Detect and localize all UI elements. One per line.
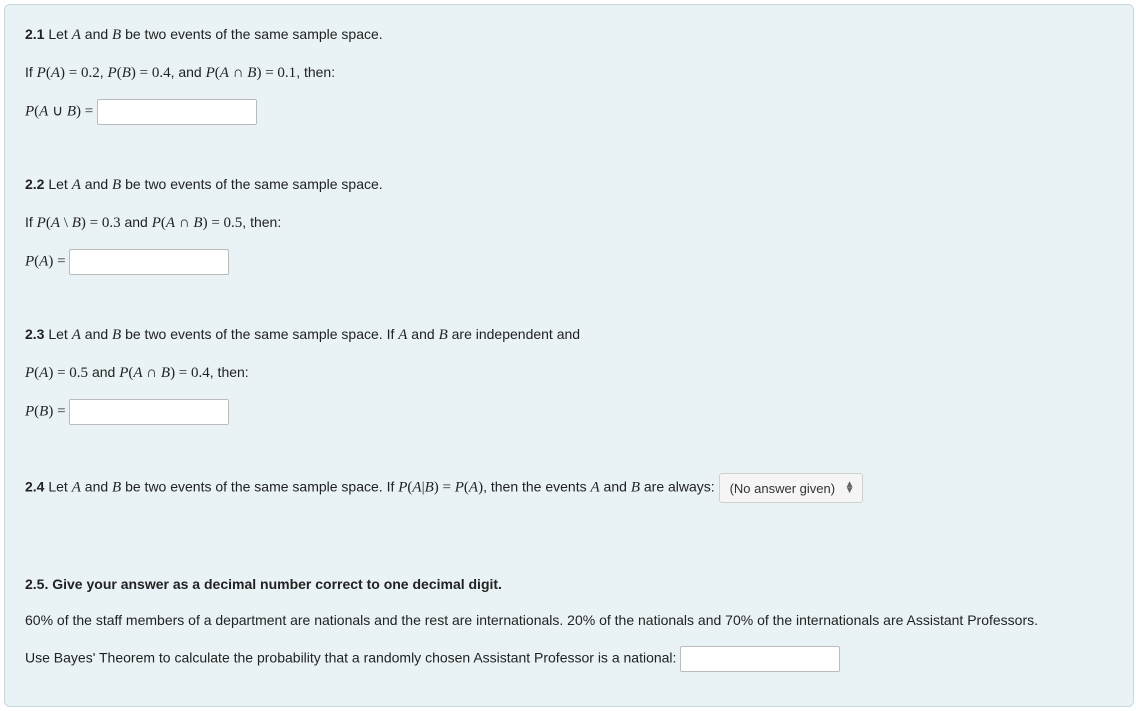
q23-PA: P(A) = 0.5 (25, 365, 88, 381)
q23-line2: P(A) = 0.5 and P(A ∩ B) = 0.4, then: (25, 361, 1113, 385)
q23-line1: 2.3 Let A and B be two events of the sam… (25, 323, 1113, 347)
q25-line3: Use Bayes' Theorem to calculate the prob… (25, 646, 1113, 672)
q21-comma2: , and (171, 64, 206, 80)
q21-answer-label: P(A ∪ B) = (25, 104, 93, 120)
q23-text-a: Let (44, 326, 71, 342)
q23-number: 2.3 (25, 326, 44, 342)
q23-answer-line: P(B) = (25, 399, 1113, 425)
q24-cond: P(A|B) = P(A) (398, 480, 483, 496)
q22-PAmB: P(A \ B) = 0.3 (37, 215, 121, 231)
question-2-3: 2.3 Let A and B be two events of the sam… (25, 323, 1113, 425)
q24-B2: B (631, 480, 640, 496)
q23-PAnB: P(A ∩ B) = 0.4 (119, 365, 210, 381)
q25-line2: 60% of the staff members of a department… (25, 609, 1113, 631)
question-2-4: 2.4 Let A and B be two events of the sam… (25, 473, 1113, 503)
q21-line1: 2.1 Let A and B be two events of the sam… (25, 23, 1113, 47)
q23-then: , then: (210, 364, 249, 380)
q24-select[interactable]: (No answer given) (719, 473, 863, 503)
q23-answer-label: P(B) = (25, 404, 66, 420)
q23-text-b: and (81, 326, 112, 342)
q22-PAnB: P(A ∩ B) = 0.5 (152, 215, 243, 231)
q23-B: B (112, 327, 121, 343)
q23-B2: B (439, 327, 448, 343)
q22-then: , then: (242, 214, 281, 230)
q22-B: B (112, 177, 121, 193)
question-2-2: 2.2 Let A and B be two events of the sam… (25, 173, 1113, 275)
q22-line2: If P(A \ B) = 0.3 and P(A ∩ B) = 0.5, th… (25, 211, 1113, 235)
q23-text-c: be two events of the same sample space. … (121, 326, 398, 342)
q22-if: If (25, 214, 37, 230)
q24-B: B (112, 480, 121, 496)
q24-select-wrap: (No answer given) ▲▼ (719, 473, 863, 503)
q24-A2: A (591, 480, 600, 496)
q23-and: and (88, 364, 119, 380)
q24-A: A (72, 480, 81, 496)
q21-then: , then: (296, 64, 335, 80)
q24-text-b: and (81, 479, 112, 495)
q21-comma1: , (100, 64, 108, 80)
q24-number: 2.4 (25, 479, 44, 495)
q25-heading: 2.5. Give your answer as a decimal numbe… (25, 573, 1113, 595)
q24-text-c: be two events of the same sample space. … (121, 479, 398, 495)
q22-input[interactable] (69, 249, 229, 275)
q21-text-c: be two events of the same sample space. (121, 26, 382, 42)
q22-answer-line: P(A) = (25, 249, 1113, 275)
q21-PA: P(A) = 0.2 (37, 65, 100, 81)
q22-answer-label: P(A) = (25, 254, 66, 270)
q24-text-f: are always: (640, 479, 719, 495)
q22-line1: 2.2 Let A and B be two events of the sam… (25, 173, 1113, 197)
q24-text-e: and (600, 479, 631, 495)
q21-B: B (112, 27, 121, 43)
q21-number: 2.1 (25, 26, 44, 42)
q21-A: A (72, 27, 81, 43)
q21-answer-line: P(A ∪ B) = (25, 99, 1113, 125)
q22-and: and (121, 214, 152, 230)
question-2-1: 2.1 Let A and B be two events of the sam… (25, 23, 1113, 125)
q21-PB: P(B) = 0.4 (108, 65, 171, 81)
q25-input[interactable] (680, 646, 840, 672)
q21-if: If (25, 64, 37, 80)
q23-text-d: and (407, 326, 438, 342)
q21-PAnB: P(A ∩ B) = 0.1 (206, 65, 297, 81)
q24-text-a: Let (44, 479, 71, 495)
q22-number: 2.2 (25, 176, 44, 192)
q21-text-a: Let (44, 26, 71, 42)
q21-input[interactable] (97, 99, 257, 125)
question-panel: 2.1 Let A and B be two events of the sam… (4, 4, 1134, 707)
q22-A: A (72, 177, 81, 193)
q22-text-c: be two events of the same sample space. (121, 176, 382, 192)
question-2-5: 2.5. Give your answer as a decimal numbe… (25, 573, 1113, 672)
q23-text-e: are independent and (448, 326, 580, 342)
q24-line1: 2.4 Let A and B be two events of the sam… (25, 473, 1113, 503)
q22-text-a: Let (44, 176, 71, 192)
q23-A: A (72, 327, 81, 343)
q25-prompt: Use Bayes' Theorem to calculate the prob… (25, 649, 680, 665)
q21-line2: If P(A) = 0.2, P(B) = 0.4, and P(A ∩ B) … (25, 61, 1113, 85)
q22-text-b: and (81, 176, 112, 192)
q24-text-d: , then the events (483, 479, 590, 495)
q23-input[interactable] (69, 399, 229, 425)
q21-text-b: and (81, 26, 112, 42)
